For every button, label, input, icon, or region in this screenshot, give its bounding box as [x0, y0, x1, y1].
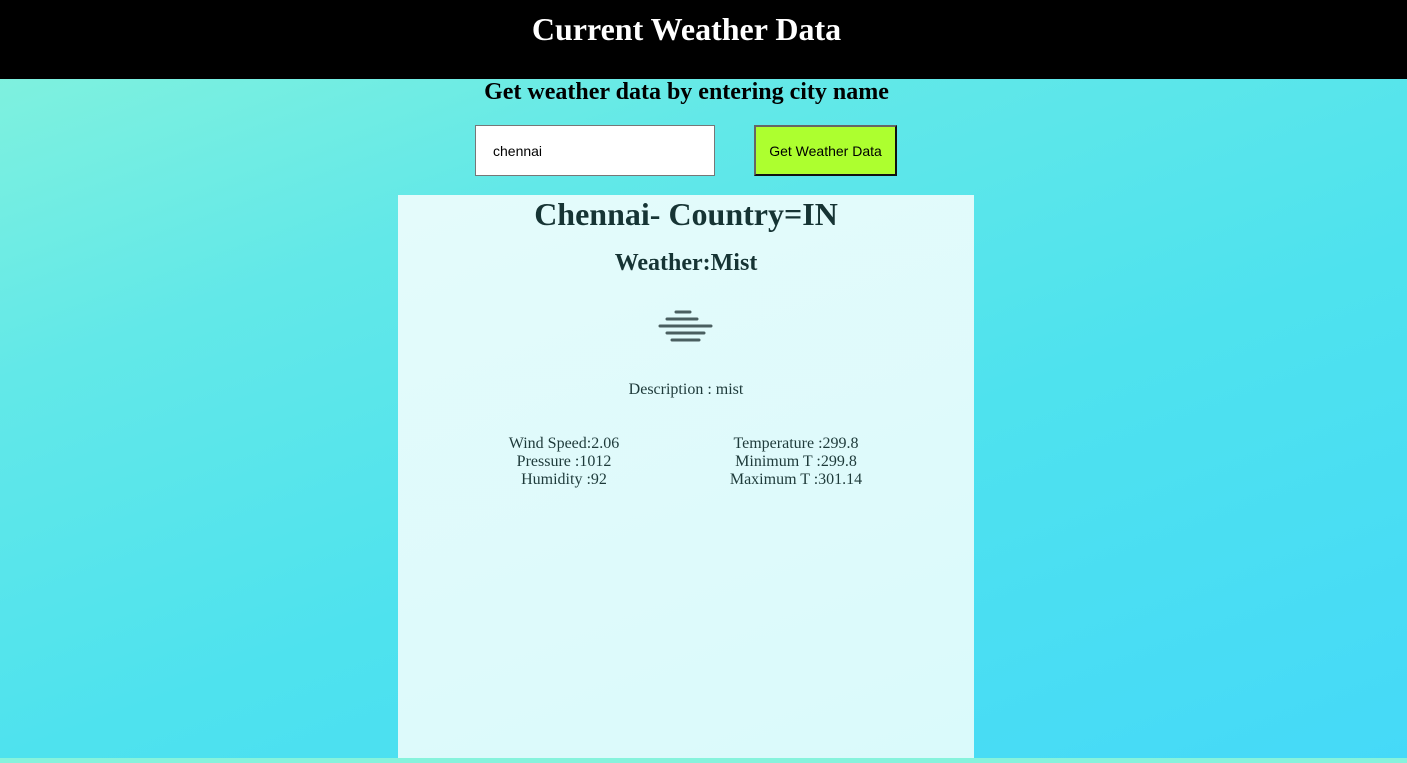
temperature-value: Temperature :299.8: [733, 435, 859, 452]
temperature-stats: Temperature :299.8 Minimum T :299.8 Maxi…: [696, 435, 896, 489]
min-temperature-value: Minimum T :299.8: [735, 453, 857, 470]
pressure-value: Pressure :1012: [516, 453, 612, 470]
weather-condition: Weather:Mist: [614, 250, 758, 276]
weather-description: Description : mist: [628, 381, 744, 398]
wind-pressure-humidity-stats: Wind Speed:2.06 Pressure :1012 Humidity …: [464, 435, 664, 489]
max-temperature-value: Maximum T :301.14: [729, 471, 863, 488]
page-bottom-edge: [0, 758, 1407, 763]
page-title: Current Weather Data: [531, 11, 842, 47]
header-bar: Current Weather Data: [0, 0, 1407, 79]
wind-speed-value: Wind Speed:2.06: [508, 435, 620, 452]
weather-result-panel: Chennai- Country=IN Weather:Mist Descrip…: [398, 195, 974, 758]
mist-icon: [658, 310, 713, 342]
humidity-value: Humidity :92: [521, 471, 607, 488]
city-input[interactable]: [475, 125, 715, 176]
get-weather-button[interactable]: Get Weather Data: [754, 125, 897, 176]
city-heading: Chennai- Country=IN: [534, 196, 838, 232]
search-prompt: Get weather data by entering city name: [484, 79, 889, 105]
